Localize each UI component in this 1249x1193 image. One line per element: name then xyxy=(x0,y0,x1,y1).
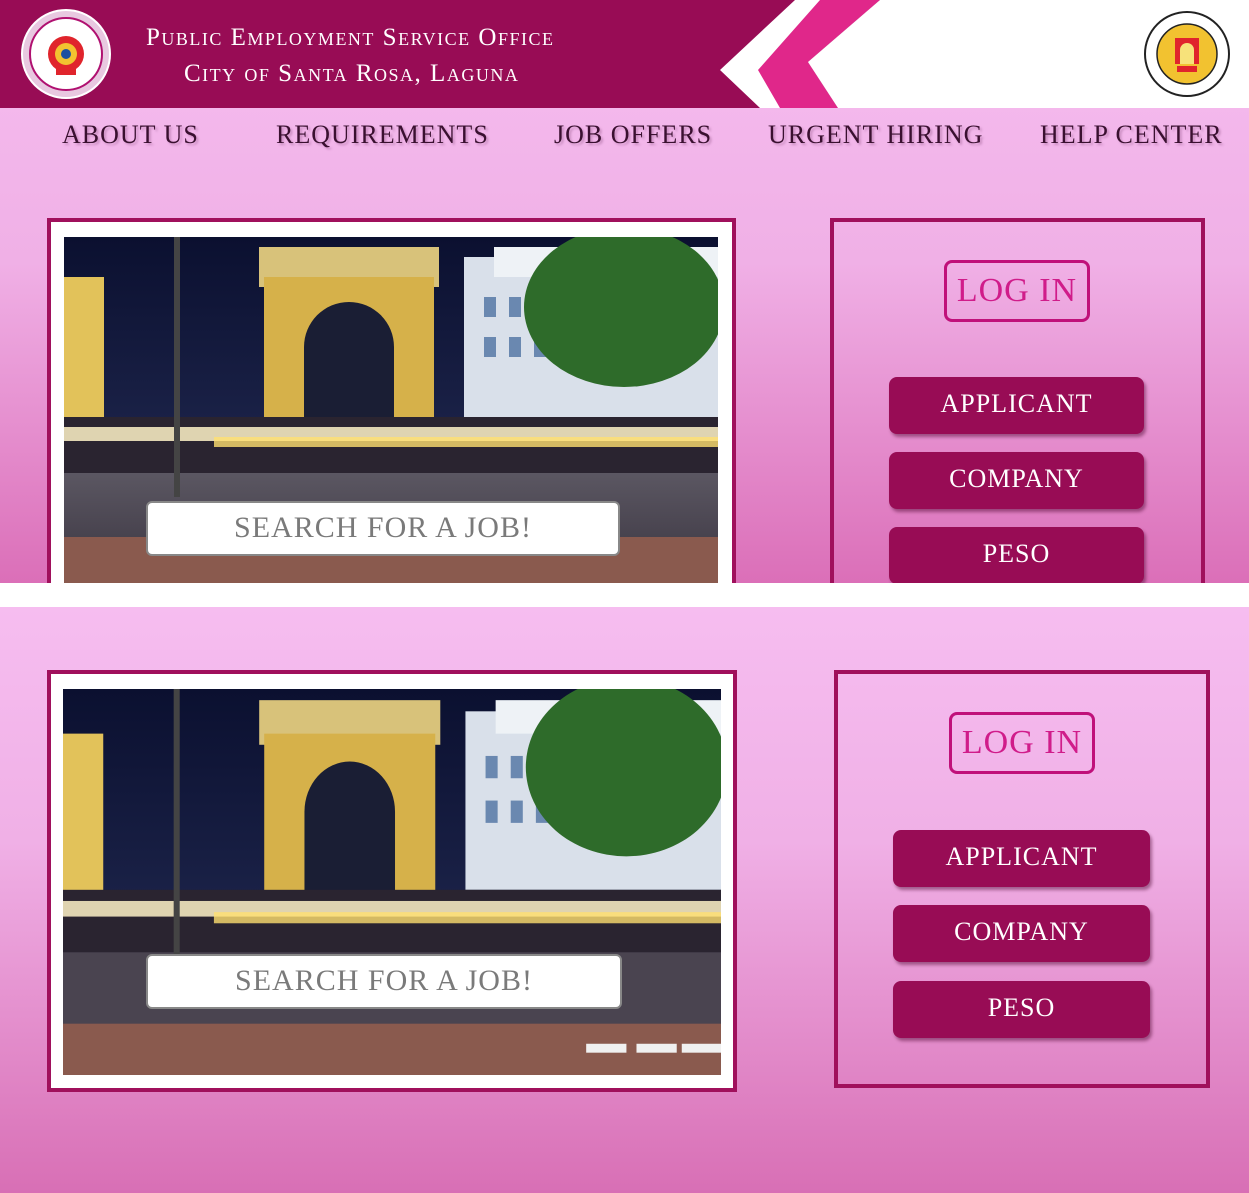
peso-button[interactable]: PESO xyxy=(893,981,1150,1038)
hero-photo xyxy=(63,689,721,1075)
header-subtitle: City of Santa Rosa, Laguna xyxy=(184,60,520,87)
site-header: Public Employment Service Office City of… xyxy=(0,0,1249,108)
login-heading: LOG IN xyxy=(949,712,1095,774)
nav-urgent-hiring[interactable]: URGENT HIRING xyxy=(768,120,983,150)
peso-button[interactable]: PESO xyxy=(889,527,1144,583)
applicant-button[interactable]: APPLICANT xyxy=(893,830,1150,887)
job-search-input[interactable]: SEARCH FOR A JOB! xyxy=(146,501,620,556)
login-heading: LOG IN xyxy=(944,260,1090,322)
nav-job-offers[interactable]: JOB OFFERS xyxy=(554,120,712,150)
nav-help-center[interactable]: HELP CENTER xyxy=(1040,120,1223,150)
screen-panel-bottom: SEARCH FOR A JOB! LOG IN APPLICANT COMPA… xyxy=(0,607,1249,1193)
city-seal-logo xyxy=(1144,11,1230,97)
main-nav: ABOUT US REQUIREMENTS JOB OFFERS URGENT … xyxy=(0,108,1249,163)
screen-panel-top: Public Employment Service Office City of… xyxy=(0,0,1249,583)
job-search-input[interactable]: SEARCH FOR A JOB! xyxy=(146,954,622,1009)
header-title: Public Employment Service Office xyxy=(146,24,555,51)
company-button[interactable]: COMPANY xyxy=(889,452,1144,509)
nav-requirements[interactable]: REQUIREMENTS xyxy=(276,120,489,150)
nav-about-us[interactable]: ABOUT US xyxy=(62,120,199,150)
peso-seal-logo xyxy=(21,9,111,99)
company-button[interactable]: COMPANY xyxy=(893,905,1150,962)
chevron-decoration xyxy=(720,0,1249,108)
applicant-button[interactable]: APPLICANT xyxy=(889,377,1144,434)
